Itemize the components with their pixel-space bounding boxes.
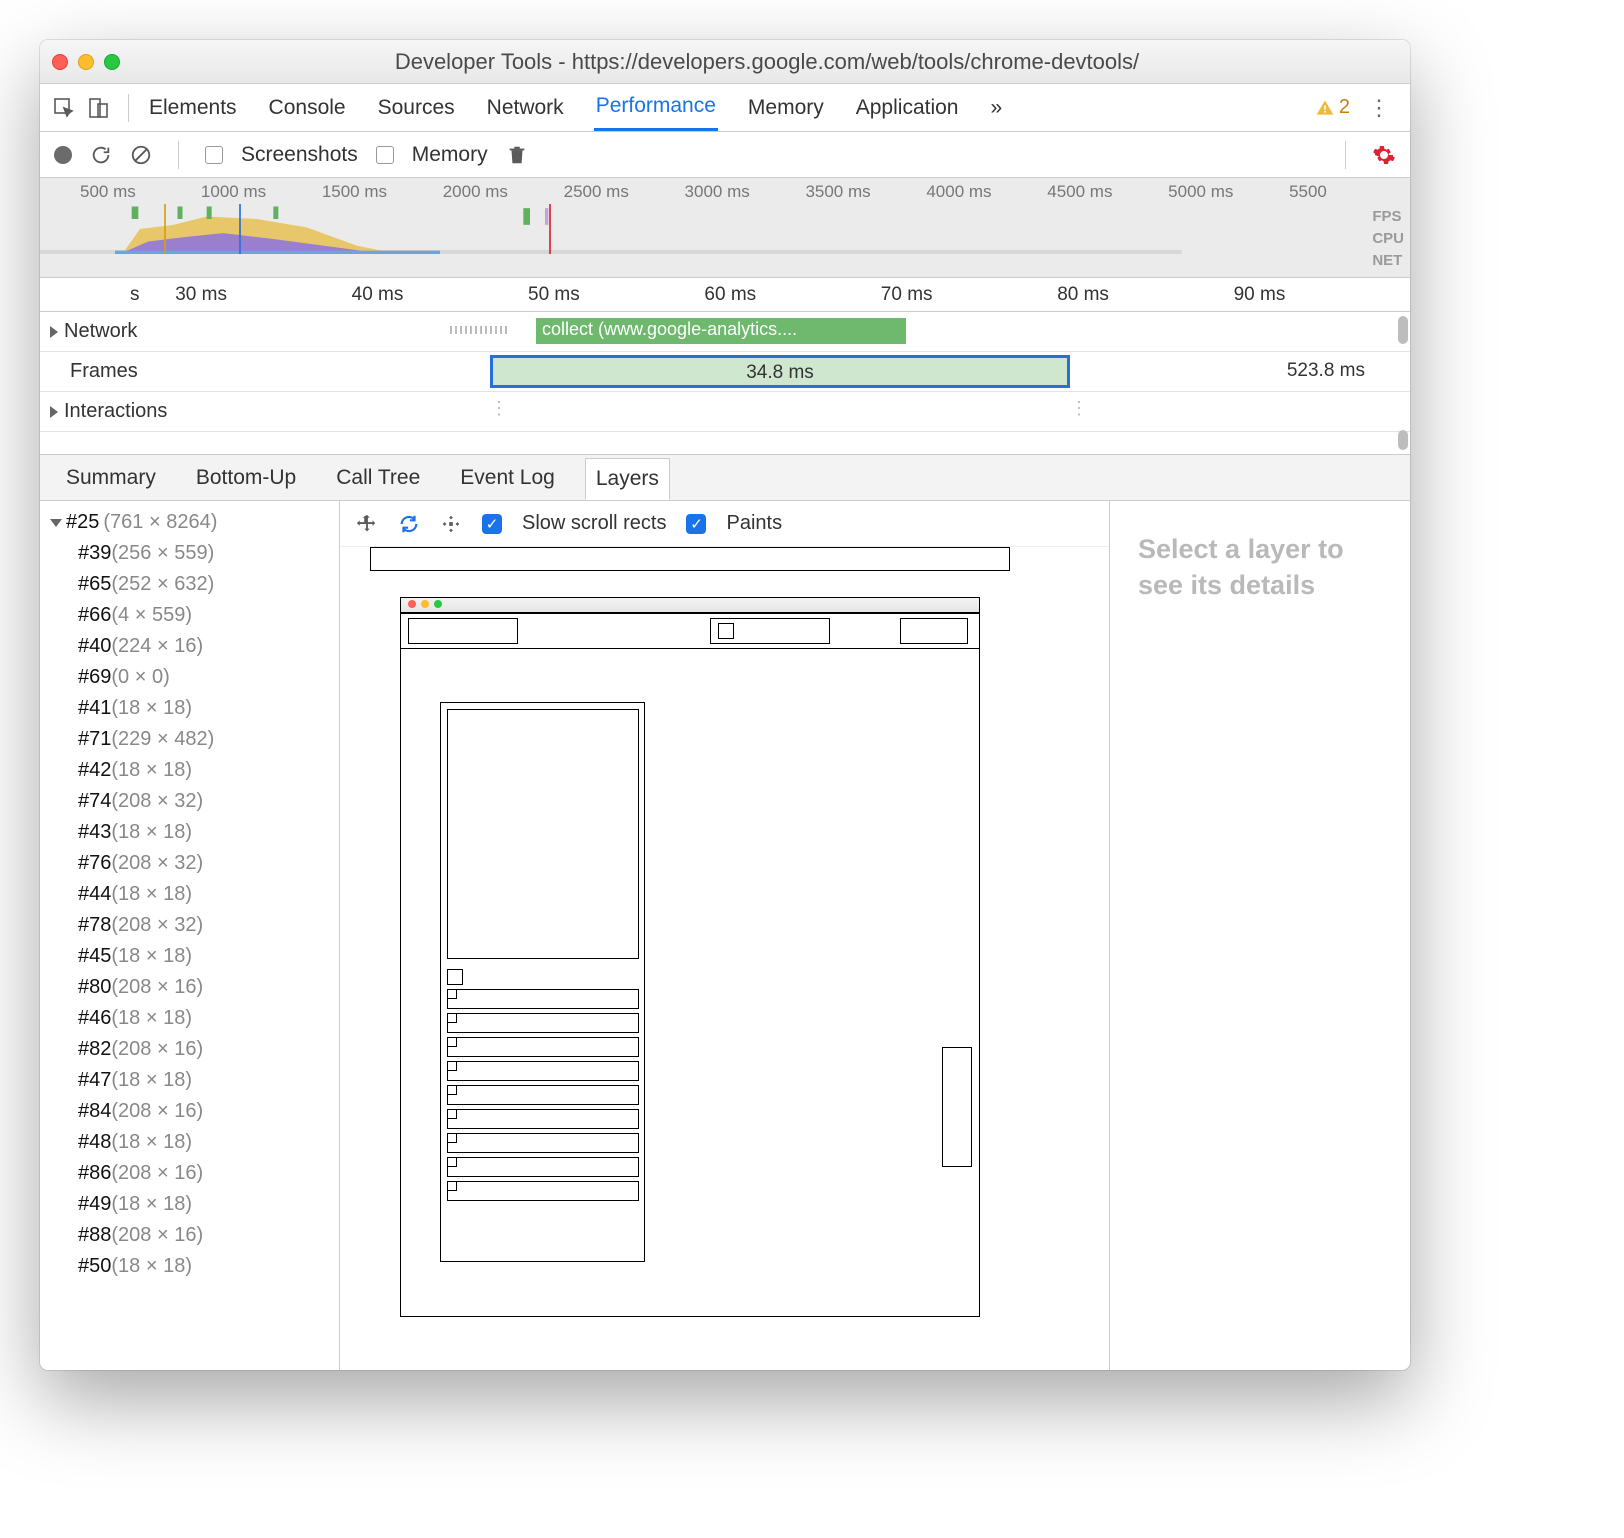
warning-count: 2 [1339, 96, 1350, 119]
zoom-window-button[interactable] [104, 54, 120, 70]
tab-call-tree[interactable]: Call Tree [326, 458, 430, 498]
tab-bottom-up[interactable]: Bottom-Up [186, 458, 306, 498]
details-tabs: Summary Bottom-Up Call Tree Event Log La… [40, 455, 1410, 501]
overview-activity-chart [40, 204, 1182, 254]
slow-scroll-rects-label: Slow scroll rects [522, 512, 666, 535]
frame-box[interactable]: 34.8 ms [490, 355, 1070, 388]
rotate-icon[interactable] [398, 513, 420, 535]
tab-performance[interactable]: Performance [594, 84, 718, 131]
layers-canvas[interactable] [340, 547, 1109, 1370]
main-tabs: Elements Console Sources Network Perform… [147, 84, 1305, 131]
minimize-window-button[interactable] [78, 54, 94, 70]
layer-tree-item[interactable]: #42(18 × 18) [78, 755, 339, 786]
network-request-bar[interactable] [450, 326, 510, 334]
layer-tree-item[interactable]: #78(208 × 32) [78, 910, 339, 941]
trash-icon[interactable] [506, 144, 528, 166]
kebab-menu-icon[interactable]: ⋮ [1360, 95, 1398, 121]
layer-tree-item[interactable]: #69(0 × 0) [78, 662, 339, 693]
tab-console[interactable]: Console [267, 86, 348, 130]
collapse-icon[interactable] [50, 519, 62, 527]
layer-tree-item[interactable]: #50(18 × 18) [78, 1251, 339, 1282]
tab-event-log[interactable]: Event Log [450, 458, 565, 498]
layer-tree-item[interactable]: #65(252 × 632) [78, 569, 339, 600]
paints-checkbox[interactable]: ✓ [686, 514, 706, 534]
layers-viewer: ✓ Slow scroll rects ✓ Paints [340, 501, 1110, 1370]
layer-tree-item[interactable]: #40(224 × 16) [78, 631, 339, 662]
layer-tree-item[interactable]: #48(18 × 18) [78, 1127, 339, 1158]
screenshots-checkbox[interactable] [205, 146, 223, 164]
tab-layers[interactable]: Layers [585, 458, 670, 500]
layer-tree-root[interactable]: #25(761 × 8264) [50, 507, 339, 538]
frame-time-next: 523.8 ms [1287, 360, 1365, 382]
device-toolbar-icon[interactable] [86, 96, 110, 120]
clear-icon[interactable] [130, 144, 152, 166]
reload-icon[interactable] [90, 144, 112, 166]
layer-tree-item[interactable]: #86(208 × 16) [78, 1158, 339, 1189]
reset-view-icon[interactable] [440, 513, 462, 535]
separator [128, 94, 129, 122]
layer-tree-item[interactable]: #80(208 × 16) [78, 972, 339, 1003]
slow-scroll-rects-checkbox[interactable]: ✓ [482, 514, 502, 534]
tab-summary[interactable]: Summary [56, 458, 166, 498]
track-network[interactable]: Network collect (www.google-analytics...… [40, 312, 1410, 352]
layer-tree-item[interactable]: #45(18 × 18) [78, 941, 339, 972]
overview-lane-labels: FPS CPU NET [1372, 206, 1404, 271]
expand-icon[interactable] [50, 406, 58, 418]
record-button[interactable] [54, 146, 72, 164]
layers-tree[interactable]: #25(761 × 8264) #39(256 × 559)#65(252 × … [40, 501, 340, 1370]
warnings-badge[interactable]: 2 [1315, 96, 1350, 119]
scrollbar-thumb[interactable] [1398, 430, 1408, 450]
layer-tree-item[interactable]: #88(208 × 16) [78, 1220, 339, 1251]
tab-memory[interactable]: Memory [746, 86, 826, 130]
layer-tree-item[interactable]: #44(18 × 18) [78, 879, 339, 910]
network-request-collect[interactable]: collect (www.google-analytics.... [536, 318, 906, 344]
expand-icon[interactable] [50, 326, 58, 338]
layer-tree-item[interactable]: #66(4 × 559) [78, 600, 339, 631]
tab-network[interactable]: Network [485, 86, 566, 130]
inspect-element-icon[interactable] [52, 96, 76, 120]
layer-tree-item[interactable]: #74(208 × 32) [78, 786, 339, 817]
settings-gear-icon[interactable] [1372, 143, 1396, 167]
layer-tree-item[interactable]: #46(18 × 18) [78, 1003, 339, 1034]
overview-ticks: 500 ms 1000 ms 1500 ms 2000 ms 2500 ms 3… [40, 182, 1410, 202]
tab-elements[interactable]: Elements [147, 86, 239, 130]
window-titlebar: Developer Tools - https://developers.goo… [40, 40, 1410, 84]
performance-toolbar: Screenshots Memory [40, 132, 1410, 178]
window-title: Developer Tools - https://developers.goo… [136, 49, 1398, 75]
layer-tree-item[interactable]: #47(18 × 18) [78, 1065, 339, 1096]
layer-tree-item[interactable]: #84(208 × 16) [78, 1096, 339, 1127]
screenshots-label: Screenshots [241, 143, 358, 167]
layers-viewer-toolbar: ✓ Slow scroll rects ✓ Paints [340, 501, 1109, 547]
devtools-main-toolbar: Elements Console Sources Network Perform… [40, 84, 1410, 132]
layer-details-placeholder: Select a layer to see its details [1110, 501, 1410, 1370]
separator [1345, 141, 1346, 169]
close-window-button[interactable] [52, 54, 68, 70]
layer-tree-item[interactable]: #76(208 × 32) [78, 848, 339, 879]
layer-tree-item[interactable]: #82(208 × 16) [78, 1034, 339, 1065]
timeline-ruler[interactable]: s 30 ms 40 ms 50 ms 60 ms 70 ms 80 ms 90… [40, 278, 1410, 312]
timeline-tracks: Network collect (www.google-analytics...… [40, 312, 1410, 455]
timeline-overview[interactable]: 500 ms 1000 ms 1500 ms 2000 ms 2500 ms 3… [40, 178, 1410, 278]
devtools-window: Developer Tools - https://developers.goo… [40, 40, 1410, 1370]
memory-label: Memory [412, 143, 488, 167]
track-frames[interactable]: Frames 34.8 ms 523.8 ms [40, 352, 1410, 392]
layer-tree-item[interactable]: #43(18 × 18) [78, 817, 339, 848]
tab-sources[interactable]: Sources [376, 86, 457, 130]
more-tabs-icon[interactable]: » [988, 86, 1004, 130]
memory-checkbox[interactable] [376, 146, 394, 164]
layer-tree-item[interactable]: #41(18 × 18) [78, 693, 339, 724]
scrollbar-thumb[interactable] [1398, 316, 1408, 344]
layer-tree-item[interactable]: #71(229 × 482) [78, 724, 339, 755]
traffic-lights [52, 54, 120, 70]
layers-panel: #25(761 × 8264) #39(256 × 559)#65(252 × … [40, 501, 1410, 1370]
track-interactions[interactable]: Interactions ⋮ ⋮ [40, 392, 1410, 432]
pan-icon[interactable] [356, 513, 378, 535]
tab-application[interactable]: Application [854, 86, 961, 130]
separator [178, 141, 179, 169]
layer-tree-item[interactable]: #49(18 × 18) [78, 1189, 339, 1220]
layer-tree-item[interactable]: #39(256 × 559) [78, 538, 339, 569]
paints-label: Paints [726, 512, 782, 535]
